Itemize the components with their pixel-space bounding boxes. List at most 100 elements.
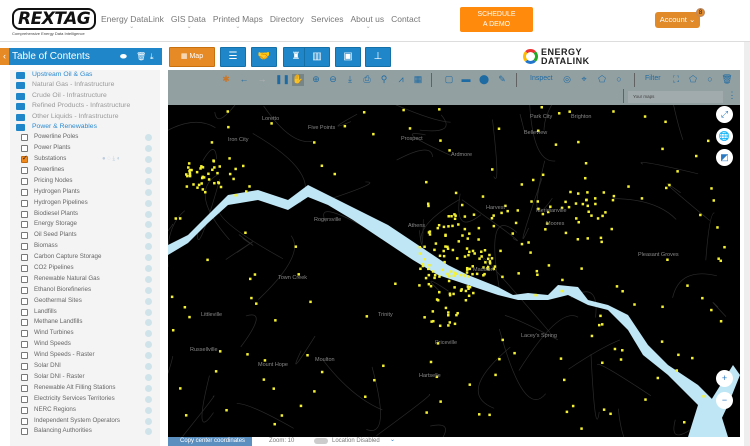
substation-marker[interactable] xyxy=(225,408,228,412)
layer-checkbox[interactable] xyxy=(21,167,28,175)
substation-marker[interactable] xyxy=(446,272,449,276)
info-icon[interactable] xyxy=(145,363,152,371)
substation-marker[interactable] xyxy=(184,414,188,417)
substation-marker[interactable] xyxy=(597,323,601,327)
substation-marker[interactable] xyxy=(710,187,713,190)
substation-marker[interactable] xyxy=(706,139,710,143)
substation-marker[interactable] xyxy=(448,321,452,324)
location-toggle[interactable] xyxy=(314,438,328,444)
substation-marker[interactable] xyxy=(402,108,405,112)
substation-marker[interactable] xyxy=(604,211,607,214)
substation-marker[interactable] xyxy=(463,227,467,231)
filter-circle-icon[interactable]: ○ xyxy=(704,74,716,84)
substation-marker[interactable] xyxy=(188,173,192,176)
substation-marker[interactable] xyxy=(451,224,454,228)
substation-marker[interactable] xyxy=(421,264,425,268)
substation-marker[interactable] xyxy=(621,289,624,293)
download-icon[interactable]: ⤓ xyxy=(344,74,356,85)
substation-marker[interactable] xyxy=(217,181,221,185)
substation-marker[interactable] xyxy=(427,267,430,271)
substation-marker[interactable] xyxy=(179,387,182,390)
layer-item[interactable]: Renewable Alt Filling Stations xyxy=(10,383,160,394)
substation-marker[interactable] xyxy=(424,276,428,280)
more-menu-icon[interactable]: ⋮ xyxy=(726,90,738,101)
substation-marker[interactable] xyxy=(580,427,583,430)
substation-marker[interactable] xyxy=(234,194,237,197)
info-icon[interactable] xyxy=(145,145,152,153)
info-icon[interactable] xyxy=(145,232,152,240)
substation-marker[interactable] xyxy=(211,168,214,172)
substation-marker[interactable] xyxy=(473,252,476,255)
substation-marker[interactable] xyxy=(272,387,276,390)
substation-marker[interactable] xyxy=(174,217,178,220)
layer-item[interactable]: Independent System Operators xyxy=(10,416,160,427)
layer-group[interactable]: Crude Oil - Infrastructure xyxy=(16,91,160,101)
substation-marker[interactable] xyxy=(419,267,422,271)
substation-marker[interactable] xyxy=(577,220,580,224)
layer-checkbox[interactable] xyxy=(21,188,28,196)
page-scrollbar[interactable] xyxy=(744,42,750,446)
layer-item[interactable]: Solar DNI xyxy=(10,361,160,372)
substation-marker[interactable] xyxy=(477,238,480,241)
layer-item[interactable]: Pricing Nodes xyxy=(10,176,160,187)
substation-marker[interactable] xyxy=(294,245,298,248)
substation-marker[interactable] xyxy=(428,233,432,236)
info-icon[interactable] xyxy=(145,417,152,425)
substation-marker[interactable] xyxy=(451,248,455,252)
substation-marker[interactable] xyxy=(201,188,205,191)
substation-marker[interactable] xyxy=(408,127,412,130)
info-icon[interactable] xyxy=(145,243,152,251)
substation-marker[interactable] xyxy=(246,353,249,356)
layer-item[interactable]: Solar DNI - Raster xyxy=(10,372,160,383)
back-icon[interactable]: ← xyxy=(238,74,250,84)
substation-marker[interactable] xyxy=(677,353,680,357)
info-icon[interactable] xyxy=(145,221,152,229)
substation-marker[interactable] xyxy=(600,240,603,244)
layer-checkbox[interactable] xyxy=(21,319,28,327)
substation-marker[interactable] xyxy=(561,278,564,282)
substation-marker[interactable] xyxy=(427,204,430,208)
layer-item[interactable]: Carbon Capture Storage xyxy=(10,252,160,263)
nav-printed-maps[interactable]: Printed Maps xyxy=(213,14,263,30)
substation-marker[interactable] xyxy=(581,202,585,206)
substation-marker[interactable] xyxy=(584,161,588,165)
layer-checkbox[interactable] xyxy=(21,199,28,207)
layer-checkbox[interactable] xyxy=(21,373,28,381)
substation-marker[interactable] xyxy=(534,293,537,297)
substation-marker[interactable] xyxy=(299,404,303,408)
substation-marker[interactable] xyxy=(468,285,472,289)
layer-group[interactable]: Power & Renewables xyxy=(16,122,160,132)
layer-item[interactable]: Geothermal Sites xyxy=(10,296,160,307)
layer-actions-icons[interactable]: ● ◌ ⤓ ◐ xyxy=(102,154,120,165)
substation-marker[interactable] xyxy=(437,290,441,294)
module-handshake-button[interactable]: 🤝 xyxy=(251,47,277,67)
layer-checkbox[interactable] xyxy=(21,154,28,165)
substation-marker[interactable] xyxy=(448,292,452,295)
substation-marker[interactable] xyxy=(248,185,251,188)
substation-marker[interactable] xyxy=(442,254,446,258)
layer-item[interactable]: Substations● ◌ ⤓ ◐ xyxy=(10,154,160,165)
layer-item[interactable]: Biodiesel Plants xyxy=(10,209,160,220)
info-icon[interactable] xyxy=(145,373,152,381)
module-contacts-button[interactable]: ▣ xyxy=(335,47,361,67)
substation-marker[interactable] xyxy=(490,257,494,260)
substation-marker[interactable] xyxy=(447,324,450,327)
substation-marker[interactable] xyxy=(494,373,497,377)
substation-marker[interactable] xyxy=(454,272,458,275)
substation-marker[interactable] xyxy=(459,273,463,277)
substation-marker[interactable] xyxy=(195,170,199,174)
substation-marker[interactable] xyxy=(200,176,204,180)
substation-marker[interactable] xyxy=(498,357,501,361)
substation-marker[interactable] xyxy=(500,211,503,215)
substation-marker[interactable] xyxy=(188,315,191,319)
substation-marker[interactable] xyxy=(547,264,551,267)
substation-marker[interactable] xyxy=(699,213,702,217)
substation-marker[interactable] xyxy=(241,164,245,168)
layer-checkbox[interactable] xyxy=(21,428,28,436)
substation-marker[interactable] xyxy=(596,217,600,220)
info-icon[interactable] xyxy=(145,156,152,164)
substation-marker[interactable] xyxy=(212,160,216,163)
substation-marker[interactable] xyxy=(450,214,453,218)
substation-marker[interactable] xyxy=(483,249,487,252)
nav-contact[interactable]: Contact xyxy=(391,14,420,24)
